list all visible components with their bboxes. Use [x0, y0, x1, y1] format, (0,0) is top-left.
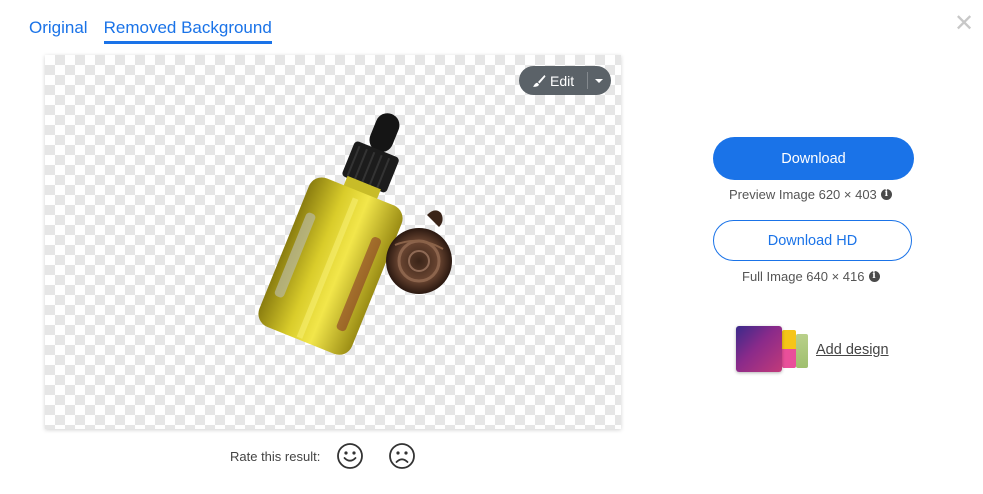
- brush-icon: [533, 74, 546, 87]
- add-design-link[interactable]: Add design: [736, 326, 889, 374]
- rating-bar: Rate this result:: [230, 442, 440, 470]
- edit-label: Edit: [550, 72, 575, 89]
- design-thumbnail: [782, 330, 796, 368]
- tab-removed-background[interactable]: Removed Background: [103, 18, 272, 44]
- rating-label: Rate this result:: [230, 448, 321, 464]
- frown-icon[interactable]: [388, 442, 416, 470]
- design-thumbnails: [736, 326, 810, 374]
- download-hd-button[interactable]: Download HD: [713, 220, 912, 261]
- add-design-label[interactable]: Add design: [816, 342, 889, 358]
- close-icon[interactable]: ✕: [954, 12, 974, 36]
- design-thumbnail: [796, 334, 808, 368]
- view-tabs: Original Removed Background: [29, 18, 272, 44]
- preview-info: Preview Image 620 × 403 i: [729, 187, 892, 202]
- smile-icon[interactable]: [336, 442, 364, 470]
- product-image: [258, 113, 452, 355]
- full-info: Full Image 640 × 416 i: [742, 269, 880, 284]
- tab-original[interactable]: Original: [29, 18, 88, 44]
- result-canvas: Edit: [45, 55, 621, 429]
- download-button[interactable]: Download: [713, 137, 914, 180]
- info-icon[interactable]: i: [868, 271, 880, 282]
- full-info-text: Full Image 640 × 416: [742, 269, 865, 284]
- edit-divider: [587, 72, 588, 89]
- info-icon[interactable]: i: [880, 189, 892, 200]
- design-thumbnail: [736, 326, 782, 372]
- preview-info-text: Preview Image 620 × 403: [729, 187, 877, 202]
- caret-down-icon[interactable]: [595, 79, 603, 83]
- edit-button[interactable]: Edit: [519, 66, 611, 95]
